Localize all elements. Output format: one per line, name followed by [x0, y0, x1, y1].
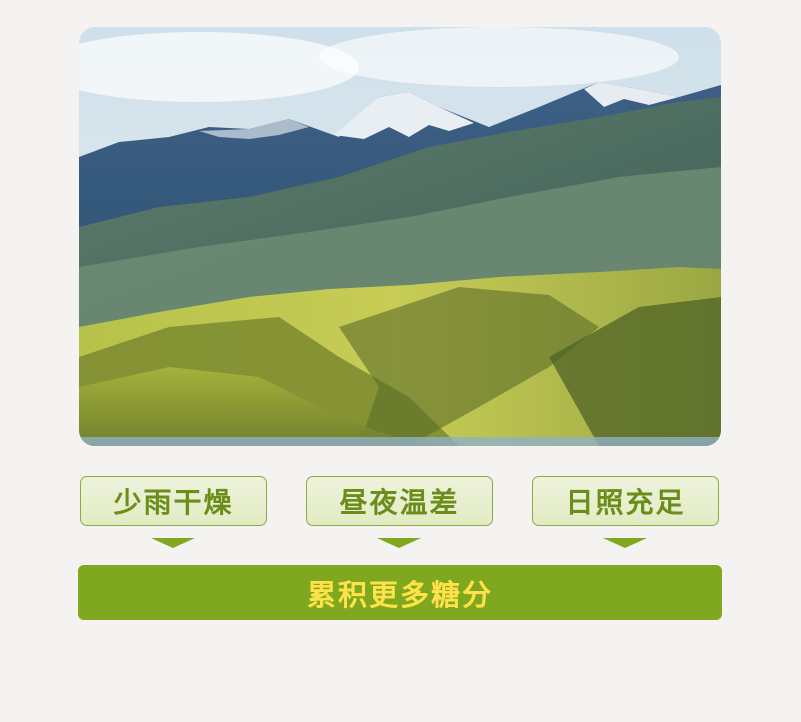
- tag-label: 少雨干燥: [113, 486, 234, 519]
- tag-low-rainfall: 少雨干燥: [80, 476, 267, 526]
- tag-sunshine: 日照充足: [532, 476, 719, 526]
- arrow-down-icon: [603, 538, 647, 548]
- arrow-down-icon: [151, 538, 195, 548]
- arrow-down-icon: [377, 538, 421, 548]
- landscape-photo: [79, 27, 721, 446]
- banner-label: 累积更多糖分: [306, 577, 493, 612]
- tag-label: 昼夜温差: [339, 486, 460, 519]
- page: 少雨干燥 昼夜温差 日照充足 累积更多糖分: [0, 0, 801, 722]
- tag-temperature-difference: 昼夜温差: [306, 476, 493, 526]
- tag-label: 日照充足: [565, 486, 686, 519]
- result-banner: 累积更多糖分: [78, 565, 722, 620]
